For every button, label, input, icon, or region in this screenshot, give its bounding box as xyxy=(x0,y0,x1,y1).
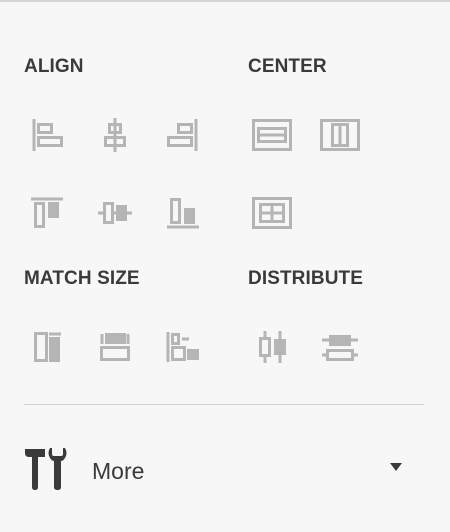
align-right-button[interactable] xyxy=(160,112,206,158)
match-width-icon xyxy=(34,332,61,362)
match-size-button[interactable] xyxy=(160,324,206,370)
align-horizontal-center-icon xyxy=(104,118,126,152)
center-section-title: CENTER xyxy=(248,56,327,77)
top-divider xyxy=(0,0,450,2)
more-label: More xyxy=(92,458,145,484)
distribute-horizontal-icon xyxy=(259,331,286,363)
center-horizontal-icon xyxy=(252,119,292,151)
align-vertical-center-icon xyxy=(98,202,132,224)
match-size-icon xyxy=(166,332,199,362)
align-top-icon xyxy=(31,197,63,228)
section-divider xyxy=(24,404,424,405)
more-dropdown[interactable]: More xyxy=(14,436,424,500)
arrange-panel: ALIGN CENTER MATCH SIZE DISTRIBUTE More xyxy=(0,0,450,532)
align-bottom-icon xyxy=(167,198,199,229)
align-left-button[interactable] xyxy=(24,112,70,158)
distribute-vertical-icon xyxy=(322,335,358,361)
align-bottom-button[interactable] xyxy=(160,190,206,236)
distribute-vertical-button[interactable] xyxy=(317,324,363,370)
match-size-section-title: MATCH SIZE xyxy=(24,268,140,289)
center-vertical-icon xyxy=(320,119,360,151)
match-height-icon xyxy=(100,333,130,361)
align-section-title: ALIGN xyxy=(24,56,84,77)
align-top-button[interactable] xyxy=(24,190,70,236)
match-width-button[interactable] xyxy=(24,324,70,370)
distribute-section-title: DISTRIBUTE xyxy=(248,268,363,289)
center-vertical-button[interactable] xyxy=(317,112,363,158)
center-horizontal-button[interactable] xyxy=(249,112,295,158)
match-height-button[interactable] xyxy=(92,324,138,370)
align-horizontal-center-button[interactable] xyxy=(92,112,138,158)
caret-down-icon xyxy=(390,463,402,471)
align-right-icon xyxy=(167,119,198,151)
align-left-icon xyxy=(32,119,63,151)
center-both-icon xyxy=(252,197,292,229)
tools-icon xyxy=(25,448,67,490)
center-both-button[interactable] xyxy=(249,190,295,236)
align-vertical-center-button[interactable] xyxy=(92,190,138,236)
distribute-horizontal-button[interactable] xyxy=(249,324,295,370)
